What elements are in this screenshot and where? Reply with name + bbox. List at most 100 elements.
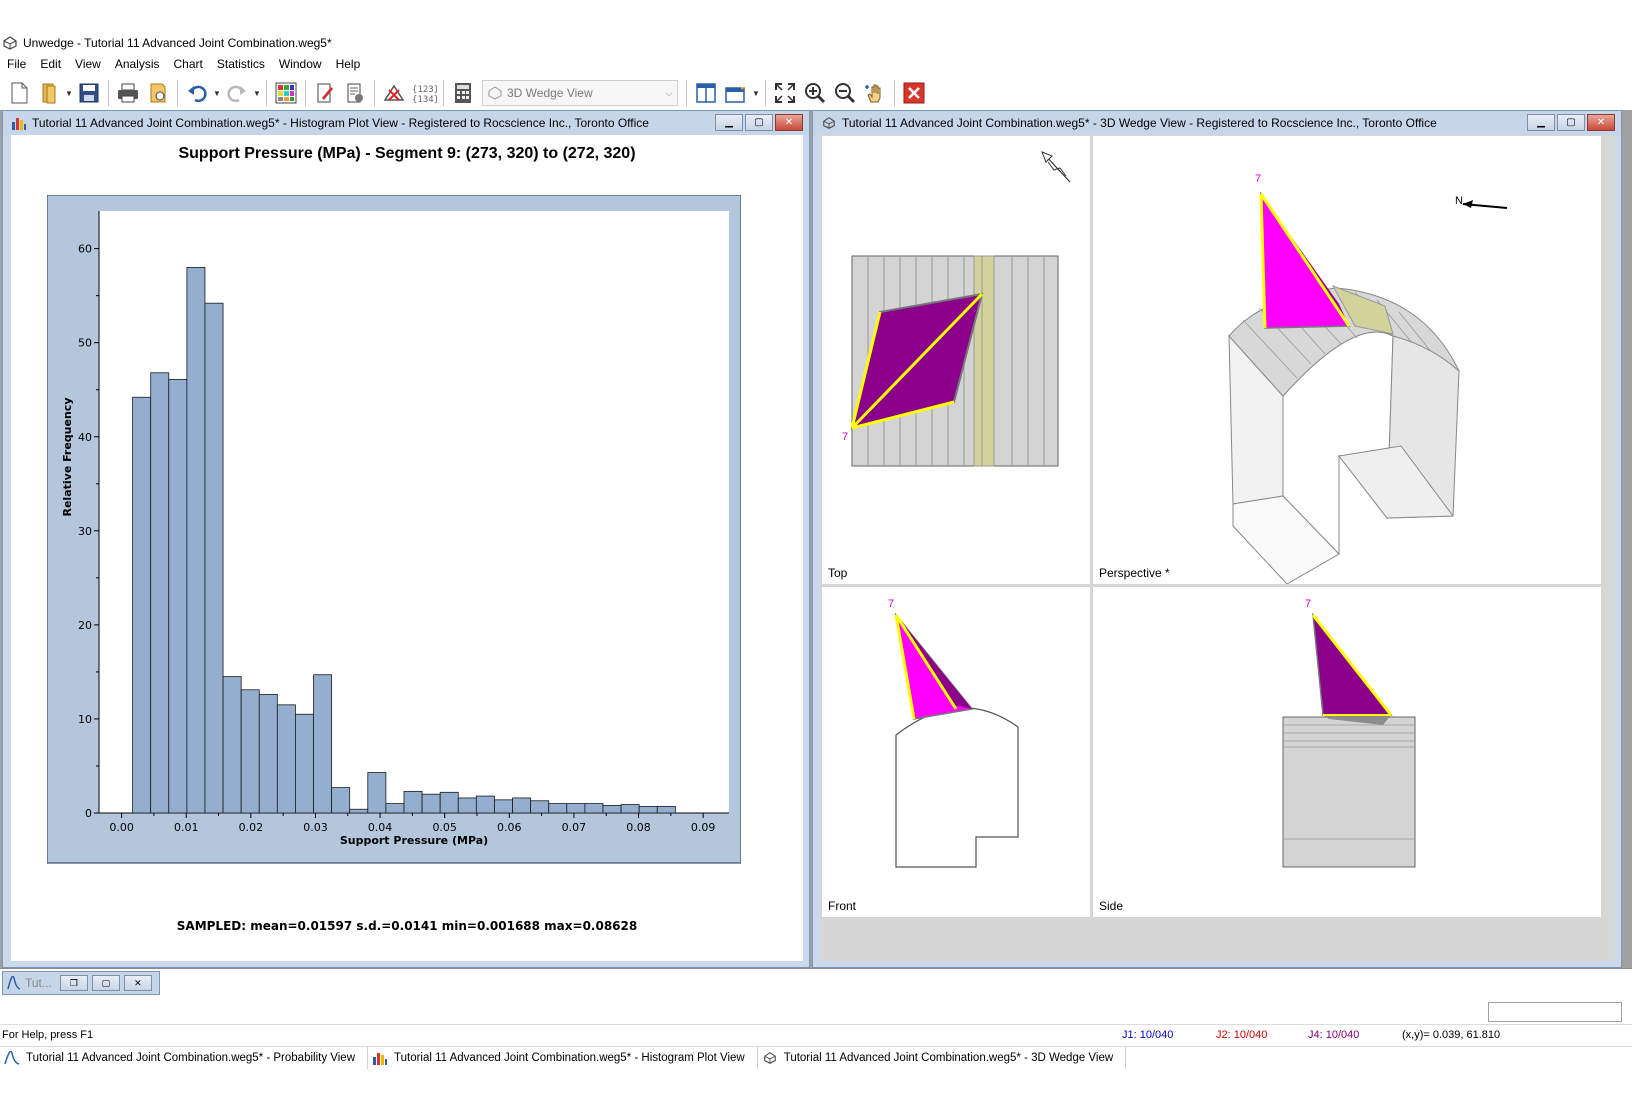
joint-combinations-button[interactable]: {123} {134} xyxy=(409,78,439,108)
maximize-button[interactable]: ▢ xyxy=(1557,114,1585,131)
display-options-button[interactable] xyxy=(271,78,301,108)
north-arrow-icon xyxy=(1462,200,1508,209)
toolbar-separator xyxy=(108,80,109,106)
undo-button[interactable] xyxy=(182,78,212,108)
view-select[interactable]: 3D Wedge View ⌵ xyxy=(482,80,678,106)
chart-title: Support Pressure (MPa) - Segment 9: (273… xyxy=(178,145,636,162)
status-joint-j4[interactable]: J4: 10/040 xyxy=(1308,1029,1359,1041)
x-tick-label: 0.04 xyxy=(368,821,393,834)
close-button[interactable]: ✕ xyxy=(123,975,152,991)
toolbar-separator xyxy=(686,80,687,106)
menu-statistics[interactable]: Statistics xyxy=(210,54,272,74)
undo-dropdown[interactable]: ▼ xyxy=(212,78,222,108)
maximize-icon: ▢ xyxy=(101,977,111,988)
histogram-window-titlebar[interactable]: Tutorial 11 Advanced Joint Combination.w… xyxy=(3,111,809,135)
menu-analysis[interactable]: Analysis xyxy=(108,54,167,74)
new-file-button[interactable] xyxy=(4,78,34,108)
front-view-pane[interactable]: 7 Front xyxy=(822,587,1090,917)
add-view-button[interactable] xyxy=(721,78,751,108)
pane-label-perspective: Perspective * xyxy=(1099,566,1170,580)
toolbar-separator xyxy=(443,80,444,106)
calculator-button[interactable] xyxy=(448,78,478,108)
print-button[interactable] xyxy=(113,78,143,108)
histogram-bar xyxy=(403,790,423,814)
top-view-drawing: 7 xyxy=(842,151,1071,467)
menu-edit[interactable]: Edit xyxy=(33,54,68,74)
zoom-out-button[interactable] xyxy=(830,78,860,108)
y-tick-label: 0 xyxy=(85,807,92,820)
perspective-view-pane[interactable]: N 7 Perspective * xyxy=(1093,136,1601,584)
tile-vertical-button[interactable] xyxy=(691,78,721,108)
maximize-button[interactable]: ▢ xyxy=(745,114,773,131)
histogram-window-title: Tutorial 11 Advanced Joint Combination.w… xyxy=(32,116,649,130)
histogram-chart[interactable]: 0 10 20 30 40 50 60 0.00 0.01 0.02 0.03 0.04 0.05 0.… xyxy=(47,195,741,865)
status-input-box xyxy=(1488,1002,1622,1022)
orientation-arrow-icon xyxy=(1041,151,1071,183)
menu-chart[interactable]: Chart xyxy=(167,54,210,74)
tab-probability-view[interactable]: Tutorial 11 Advanced Joint Combination.w… xyxy=(0,1046,368,1069)
close-icon xyxy=(903,82,925,104)
zoom-in-icon xyxy=(805,83,826,104)
histogram-bar xyxy=(512,797,532,814)
minimize-icon: ▁ xyxy=(1537,117,1545,128)
redo-button[interactable] xyxy=(222,78,252,108)
wedge-client[interactable]: 7 Top N 7 Perspective * 7 Front 7 Side xyxy=(821,135,1615,961)
add-view-dropdown[interactable]: ▼ xyxy=(751,78,761,108)
app-logo-icon xyxy=(3,36,17,50)
histogram-bar xyxy=(566,803,586,814)
zoom-all-button[interactable] xyxy=(770,78,800,108)
zoom-out-icon xyxy=(835,83,856,104)
close-view-button[interactable] xyxy=(899,78,929,108)
wedge-window-titlebar[interactable]: Tutorial 11 Advanced Joint Combination.w… xyxy=(813,111,1621,135)
print-preview-button[interactable] xyxy=(143,78,173,108)
histogram-bar xyxy=(258,694,278,814)
minimized-probability-window[interactable]: Tut... ❐ ▢ ✕ xyxy=(2,971,160,995)
svg-text:{123}: {123} xyxy=(412,85,437,95)
open-file-button[interactable] xyxy=(34,78,64,108)
histogram-bar xyxy=(638,806,658,814)
menu-view[interactable]: View xyxy=(68,54,108,74)
histogram-bar xyxy=(602,805,622,814)
wedge-label: 7 xyxy=(1305,598,1311,610)
y-tick-label: 40 xyxy=(78,431,92,444)
menu-window[interactable]: Window xyxy=(272,54,329,74)
histogram-bar xyxy=(186,267,206,814)
status-joint-j2[interactable]: J2: 10/040 xyxy=(1216,1029,1267,1041)
side-view-pane[interactable]: 7 Side xyxy=(1093,587,1601,917)
histogram-bar xyxy=(530,800,550,814)
tab-3d-wedge-view[interactable]: Tutorial 11 Advanced Joint Combination.w… xyxy=(758,1046,1127,1069)
minimize-button[interactable]: ▁ xyxy=(715,114,743,131)
close-button[interactable]: ✕ xyxy=(775,114,803,131)
y-tick-label: 30 xyxy=(78,525,92,538)
status-help-text: For Help, press F1 xyxy=(2,1028,94,1041)
wedge-window-controls: ▁ ▢ ✕ xyxy=(1527,114,1615,131)
open-file-dropdown[interactable]: ▼ xyxy=(64,78,74,108)
histogram-bar xyxy=(168,378,188,814)
histogram-icon xyxy=(373,1052,387,1065)
pan-button[interactable] xyxy=(860,78,890,108)
toolbar-separator xyxy=(177,80,178,106)
menu-file[interactable]: File xyxy=(0,54,33,74)
menu-help[interactable]: Help xyxy=(329,54,368,74)
edit-input-button[interactable] xyxy=(310,78,340,108)
status-joint-j1[interactable]: J1: 10/040 xyxy=(1122,1029,1173,1041)
close-button[interactable]: ✕ xyxy=(1587,114,1615,131)
tab-histogram-plot-view[interactable]: Tutorial 11 Advanced Joint Combination.w… xyxy=(368,1046,758,1069)
minimize-button[interactable]: ▁ xyxy=(1527,114,1555,131)
project-settings-button[interactable] xyxy=(340,78,370,108)
compute-button[interactable] xyxy=(379,78,409,108)
maximize-button[interactable]: ▢ xyxy=(91,975,120,991)
histogram-client[interactable]: Support Pressure (MPa) - Segment 9: (273… xyxy=(11,135,803,961)
y-axis-label: Relative Frequency xyxy=(61,398,74,517)
wedge-3d-window[interactable]: Tutorial 11 Advanced Joint Combination.w… xyxy=(812,110,1622,968)
title-bar: Unwedge - Tutorial 11 Advanced Joint Com… xyxy=(0,32,1632,54)
save-button[interactable] xyxy=(74,78,104,108)
redo-dropdown[interactable]: ▼ xyxy=(252,78,262,108)
histogram-window[interactable]: Tutorial 11 Advanced Joint Combination.w… xyxy=(2,110,810,968)
top-view-pane[interactable]: 7 Top xyxy=(822,136,1090,584)
restore-button[interactable]: ❐ xyxy=(59,975,88,991)
close-icon: ✕ xyxy=(134,977,142,988)
histogram-bar xyxy=(620,804,640,814)
zoom-in-button[interactable] xyxy=(800,78,830,108)
redo-icon xyxy=(227,85,246,103)
